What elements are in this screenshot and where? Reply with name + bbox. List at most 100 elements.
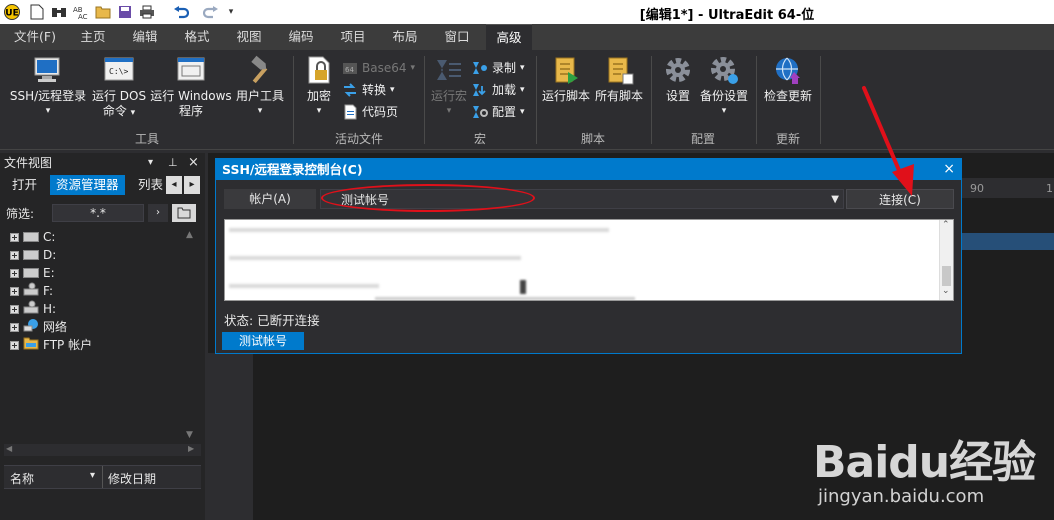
tree-item-drive-h[interactable]: H: [10,300,56,318]
tab-edit[interactable]: 编辑 [122,24,168,50]
tree-item-ftp-accounts[interactable]: FTP 帐户 [10,336,92,354]
ribbon-separator [820,56,821,144]
tab-format[interactable]: 格式 [174,24,220,50]
codepage-button[interactable]: 代码页 [342,102,398,122]
tab-scroll-right-icon[interactable]: ▸ [184,176,200,194]
terminal-cursor [520,280,526,294]
tab-home[interactable]: 主页 [70,24,116,50]
group-label-update: 更新 [775,132,800,146]
hammer-icon [244,54,276,86]
expand-icon[interactable] [10,268,19,278]
tab-scroll-left-icon[interactable]: ◂ [166,176,182,194]
expand-icon[interactable] [10,304,19,314]
tab-open[interactable]: 打开 [6,175,43,195]
column-divider [102,466,103,488]
tab-list[interactable]: 列表 [132,175,169,195]
sort-arrow-icon: ▾ [90,470,96,481]
column-modified-date[interactable]: 修改日期 [108,470,156,487]
tab-file[interactable]: 文件(F) [4,24,66,50]
dropdown-arrow-icon: ▾ [520,85,525,95]
dropdown-arrow-icon: ▾ [45,106,51,116]
convert-button[interactable]: 转换 ▾ [342,80,395,100]
run-macro-button[interactable]: 运行宏 ▾ [428,54,470,119]
tab-view[interactable]: 视图 [226,24,272,50]
record-macro-button[interactable]: 录制 ▾ [472,58,525,78]
title-bar: UE AB AC ▾ [编辑1*] - UltraEdit 64-位 [0,0,1054,24]
run-script-button[interactable]: 运行脚本 [540,54,592,104]
scroll-left-icon[interactable]: ◀ [6,444,12,453]
tree-label: C: [43,230,56,244]
run-dos-button[interactable]: C:\> 运行 DOS 命令 ▾ [90,54,148,121]
drive-icon [23,250,39,260]
terminal-output[interactable]: ⌃ ⌄ [224,219,954,301]
encrypt-button[interactable]: 加密 ▾ [298,54,340,119]
column-ruler: 90 1 [962,178,1054,198]
convert-label: 转换 [362,83,387,97]
browse-folder-icon[interactable] [172,204,196,222]
check-updates-label: 检查更新 [763,89,812,103]
annotation-ellipse [321,184,535,212]
all-scripts-button[interactable]: 所有脚本 [592,54,646,104]
chevron-down-icon[interactable]: ▼ [831,190,839,210]
base64-button[interactable]: 64 Base64 ▾ [342,58,415,78]
group-label-tools: 工具 [134,132,159,146]
watermark-url: jingyan.baidu.com [818,486,985,507]
scripts-list-icon [603,54,635,86]
tree-item-network[interactable]: 网络 [10,318,67,336]
tree-item-drive-e[interactable]: E: [10,264,55,282]
tab-layout[interactable]: 布局 [382,24,428,50]
editor-gutter [208,353,253,520]
windows-program-icon [175,54,207,86]
all-scripts-label: 所有脚本 [594,89,643,103]
dropdown-arrow-icon: ▾ [316,106,322,116]
codepage-label: 代码页 [362,105,399,119]
expand-icon[interactable] [10,250,19,260]
ssh-console-titlebar: SSH/远程登录控制台(C) × [216,159,961,180]
expand-icon[interactable] [10,232,19,242]
dropdown-arrow-icon: ▾ [520,63,525,73]
scroll-down-icon[interactable]: ⌄ [942,286,950,296]
tree-item-drive-f[interactable]: F: [10,282,53,300]
macro-config-label: 配置 [492,105,517,119]
terminal-scrollbar[interactable]: ⌃ ⌄ [939,220,953,300]
close-icon[interactable]: × [943,159,955,180]
tab-project[interactable]: 项目 [330,24,376,50]
scroll-down-icon[interactable]: ▼ [186,430,193,440]
expand-icon[interactable] [10,286,19,296]
run-windows-button[interactable]: 运行 Windows 程序 [148,54,234,119]
tab-window[interactable]: 窗口 [434,24,480,50]
user-tools-label: 用户工具 [235,89,284,103]
filter-input[interactable]: *.* [52,204,144,222]
session-tab[interactable]: 测试帐号 [222,332,304,350]
expand-icon[interactable] [10,340,19,350]
panel-menu-icon[interactable]: ▾ [148,153,153,173]
tab-encoding[interactable]: 编码 [278,24,324,50]
scroll-up-icon[interactable]: ▲ [186,230,193,240]
filter-apply-icon[interactable]: › [148,204,168,222]
annotation-arrow [862,86,914,196]
tree-item-drive-d[interactable]: D: [10,246,56,264]
record-label: 录制 [492,61,517,75]
network-drive-icon [23,300,39,319]
tab-explorer[interactable]: 资源管理器 [50,175,125,195]
dropdown-arrow-icon: ▾ [520,107,525,117]
settings-button[interactable]: 设置 [656,54,700,104]
tree-item-drive-c[interactable]: C: [10,228,55,246]
dropdown-arrow-icon: ▾ [446,106,452,116]
macro-config-button[interactable]: 配置 ▾ [472,102,525,122]
close-icon[interactable]: × [188,153,199,173]
expand-icon[interactable] [10,322,19,332]
user-tools-button[interactable]: 用户工具 ▾ [232,54,288,119]
scroll-up-icon[interactable]: ⌃ [942,220,950,230]
backup-settings-button[interactable]: 备份设置 ▾ [698,54,750,119]
load-macro-button[interactable]: 加载 ▾ [472,80,525,100]
scroll-thumb[interactable] [942,266,951,286]
scroll-right-icon[interactable]: ▶ [188,444,194,453]
check-updates-button[interactable]: 检查更新 [760,54,816,104]
terminal-line [229,228,609,232]
pin-icon[interactable]: ⊥ [168,153,178,173]
tab-advanced[interactable]: 高级 [486,24,532,50]
column-name[interactable]: 名称 [10,470,34,487]
horizontal-scrollbar[interactable]: ◀ ▶ [4,444,201,456]
ssh-telnet-button[interactable]: SSH/远程登录 ▾ [6,54,90,119]
